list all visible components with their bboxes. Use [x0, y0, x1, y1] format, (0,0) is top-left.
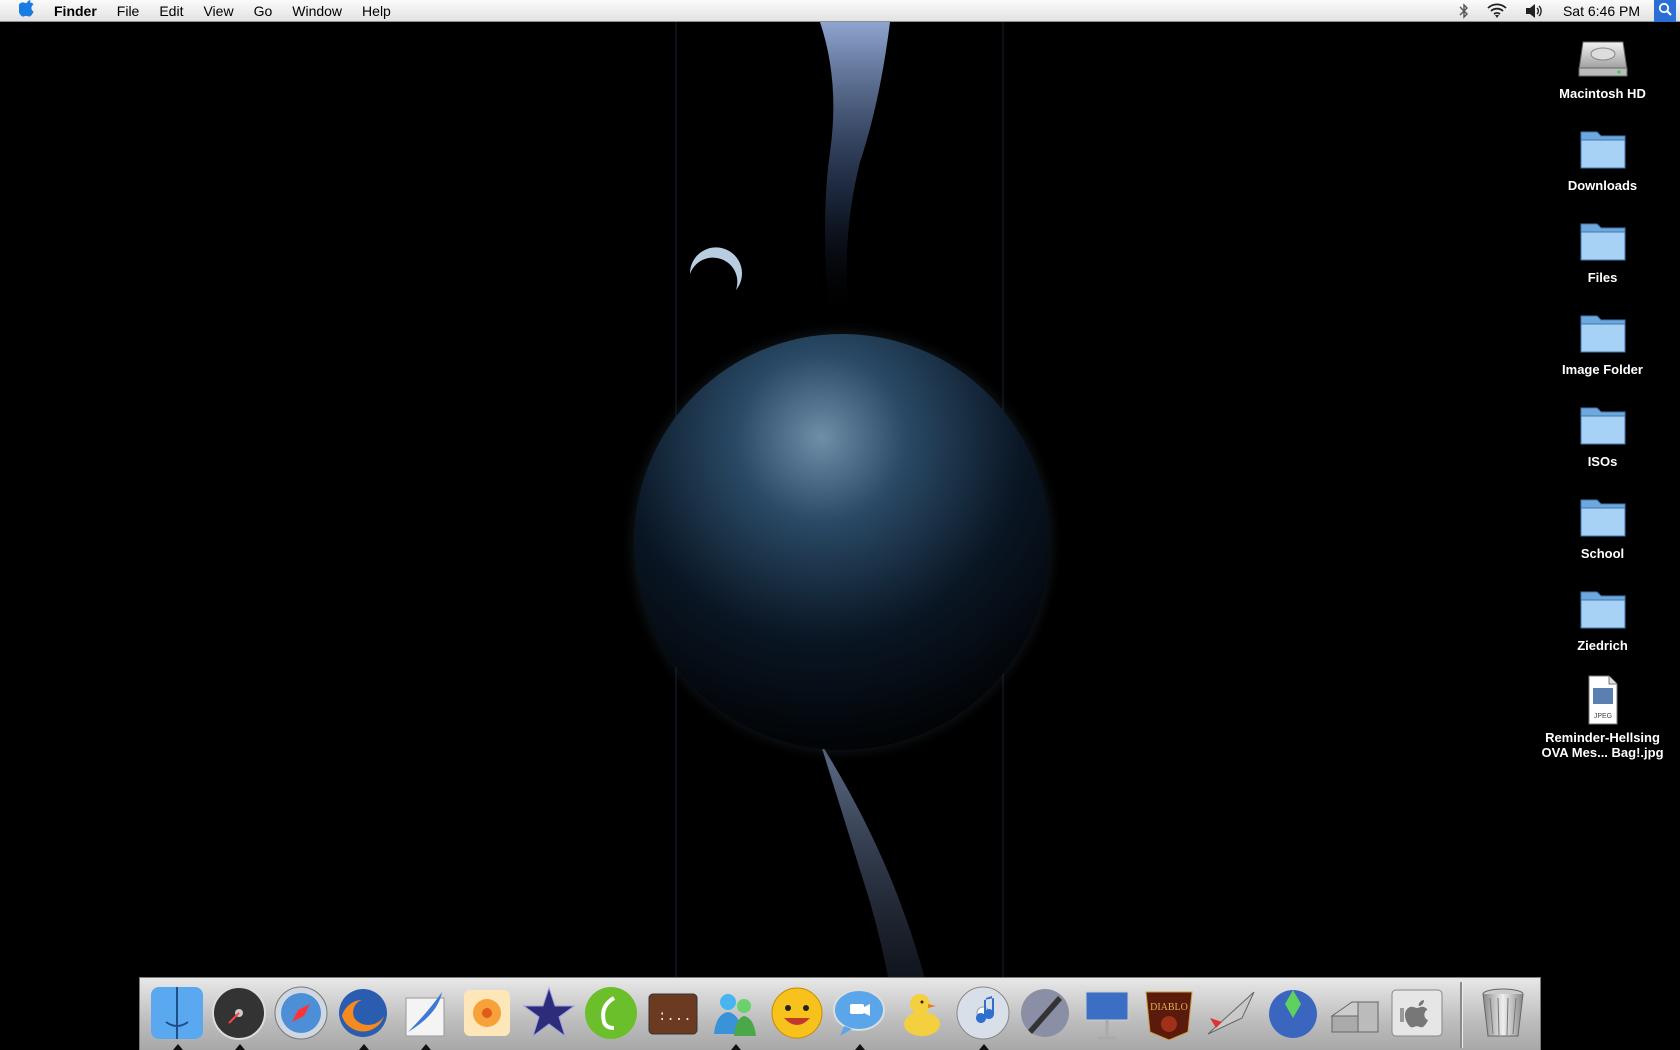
- dock: :... DIABLO: [139, 977, 1541, 1050]
- jpeg-file-icon: JPEG: [1575, 672, 1631, 728]
- menu-file[interactable]: File: [117, 3, 140, 19]
- dreamweaver-dock-icon[interactable]: [582, 984, 640, 1042]
- desktop-icon-isos[interactable]: ISOs: [1530, 396, 1675, 469]
- menu-clock[interactable]: Sat 6:46 PM: [1563, 3, 1640, 19]
- menu-edit[interactable]: Edit: [159, 3, 183, 19]
- desktop-icon-macintosh-hd[interactable]: Macintosh HD: [1530, 28, 1675, 101]
- jpeg-badge: JPEG: [1593, 713, 1611, 720]
- adium-dock-icon[interactable]: [892, 984, 950, 1042]
- running-indicator: [979, 1044, 989, 1050]
- spotlight-button[interactable]: [1654, 0, 1676, 22]
- folder-icon: [1575, 396, 1631, 452]
- desktop-wallpaper: [0, 22, 1680, 1050]
- system-preferences-dock-icon[interactable]: [1388, 984, 1446, 1042]
- menu-view[interactable]: View: [203, 3, 233, 19]
- apple-icon: [18, 0, 35, 21]
- folder-icon: [1575, 304, 1631, 360]
- desktop-icon-label: Image Folder: [1562, 362, 1643, 377]
- desktop-icon-ziedrich[interactable]: Ziedrich: [1530, 580, 1675, 653]
- menu-extras: Sat 6:46 PM: [1459, 0, 1680, 22]
- folder-icon: [1575, 120, 1631, 176]
- desktop-icon-label: Downloads: [1567, 178, 1638, 193]
- hard-drive-icon: [1575, 28, 1631, 84]
- script-editor-dock-icon[interactable]: [1016, 984, 1074, 1042]
- running-indicator: [855, 1044, 865, 1050]
- yahoo-messenger-dock-icon[interactable]: [768, 984, 826, 1042]
- firefox-dock-icon[interactable]: [334, 984, 392, 1050]
- safari-dock-icon[interactable]: [272, 984, 330, 1042]
- itunes-dock-icon[interactable]: [954, 984, 1012, 1050]
- trash-icon[interactable]: [1474, 984, 1532, 1042]
- finder-dock-icon[interactable]: [148, 984, 206, 1050]
- wifi-icon[interactable]: [1487, 3, 1507, 18]
- running-indicator: [235, 1044, 245, 1050]
- volume-icon[interactable]: [1525, 3, 1545, 19]
- desktop-icon-label: School: [1580, 546, 1625, 561]
- terminal-dock-icon[interactable]: :...: [644, 984, 702, 1042]
- folder-icon: [1575, 580, 1631, 636]
- desktop-icon-label: Files: [1587, 270, 1618, 285]
- svg-text:DIABLO: DIABLO: [1150, 1002, 1188, 1013]
- desktop-icon-label: Reminder-Hellsing OVA Mes... Bag!.jpg: [1541, 730, 1664, 760]
- desktop-icon-image-folder[interactable]: Image Folder: [1530, 304, 1675, 377]
- desktop-icon-label: ISOs: [1587, 454, 1618, 469]
- bluetooth-icon[interactable]: [1459, 2, 1469, 19]
- desktop-icon-school[interactable]: School: [1530, 488, 1675, 561]
- spotlight-icon: [1658, 2, 1672, 19]
- desktop-icon-label: Macintosh HD: [1559, 86, 1646, 101]
- sims-dock-icon[interactable]: [1264, 984, 1322, 1042]
- app-menu-finder[interactable]: Finder: [54, 3, 97, 19]
- running-indicator: [359, 1044, 369, 1050]
- scanner-dock-icon[interactable]: [1326, 984, 1384, 1042]
- menu-bar: Finder File Edit View Go Window Help Sat…: [0, 0, 1680, 22]
- folder-icon: [1575, 212, 1631, 268]
- desktop-icon-files[interactable]: Files: [1530, 212, 1675, 285]
- svg-text::...: :...: [658, 1009, 692, 1025]
- desktop-icon-label: Ziedrich: [1577, 638, 1628, 653]
- apple-menu[interactable]: [16, 0, 38, 22]
- running-indicator: [173, 1044, 183, 1050]
- running-indicator: [731, 1044, 741, 1050]
- desktop-icon-hellsing-jpg[interactable]: JPEG Reminder-Hellsing OVA Mes... Bag!.j…: [1530, 672, 1675, 760]
- menu-help[interactable]: Help: [362, 3, 391, 19]
- keynote-dock-icon[interactable]: [1078, 984, 1136, 1042]
- messenger-dock-icon[interactable]: [706, 984, 764, 1050]
- desktop-icon-downloads[interactable]: Downloads: [1530, 120, 1675, 193]
- menu-window[interactable]: Window: [292, 3, 342, 19]
- feather-app-dock-icon[interactable]: [396, 984, 454, 1050]
- star-app-dock-icon[interactable]: [520, 984, 578, 1042]
- menu-go[interactable]: Go: [254, 3, 273, 19]
- ichat-dock-icon[interactable]: [830, 984, 888, 1050]
- dashboard-dock-icon[interactable]: [210, 984, 268, 1050]
- dock-separator: [1460, 982, 1463, 1048]
- diablo-dock-icon[interactable]: DIABLO: [1140, 984, 1198, 1042]
- jet-game-dock-icon[interactable]: [1202, 984, 1260, 1042]
- flower-app-dock-icon[interactable]: [458, 984, 516, 1042]
- folder-icon: [1575, 488, 1631, 544]
- running-indicator: [421, 1044, 431, 1050]
